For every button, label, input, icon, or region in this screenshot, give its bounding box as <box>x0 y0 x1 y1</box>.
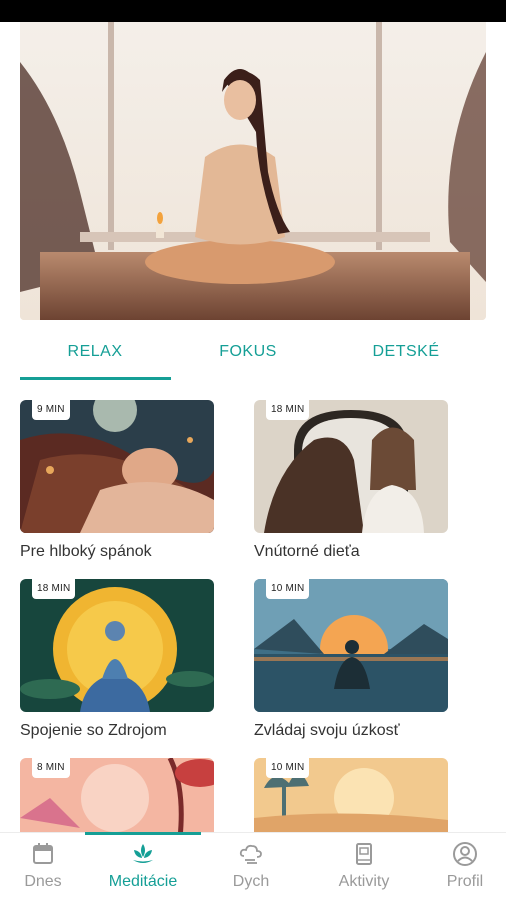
nav-label: Aktivity <box>338 873 390 890</box>
duration-badge: 10 MIN <box>266 758 310 778</box>
tab-detske[interactable]: DETSKÉ <box>336 326 476 378</box>
book-icon <box>356 843 372 865</box>
nav-label: Dych <box>232 873 270 890</box>
nav-item-profil[interactable]: Profil <box>430 833 500 900</box>
wind-cloud-icon <box>239 844 262 864</box>
calendar-icon <box>33 843 53 864</box>
lotus-icon <box>133 844 153 863</box>
duration-badge: 18 MIN <box>266 400 310 420</box>
tab-relax[interactable]: RELAX <box>20 326 170 378</box>
meditation-card[interactable]: 18 MIN Spojenie so Zdrojom <box>20 579 214 740</box>
user-icon <box>453 842 477 866</box>
nav-item-dnes[interactable]: Dnes <box>8 833 78 900</box>
category-tabs: RELAX FOKUS DETSKÉ <box>20 326 486 382</box>
card-title: Spojenie so Zdrojom <box>20 722 167 739</box>
duration-badge: 10 MIN <box>266 579 310 599</box>
nav-item-aktivity[interactable]: Aktivity <box>324 833 404 900</box>
card-thumbnail: 9 MIN <box>20 400 214 533</box>
bottom-navigation: Dnes Meditácie Dych Aktivity Profil <box>0 832 506 900</box>
card-title: Pre hlboký spánok <box>20 543 152 560</box>
tab-fokus[interactable]: FOKUS <box>178 326 318 378</box>
duration-badge: 18 MIN <box>32 579 76 599</box>
meditation-card[interactable]: 18 MIN Vnútorné dieťa <box>254 400 448 561</box>
card-thumbnail: 18 MIN <box>20 579 214 712</box>
hero-illustration <box>20 22 486 320</box>
card-thumbnail: 18 MIN <box>254 400 448 533</box>
duration-badge: 9 MIN <box>32 400 70 420</box>
nav-label: Meditácie <box>108 873 178 890</box>
nav-label: Profil <box>446 873 484 890</box>
nav-label: Dnes <box>24 873 62 890</box>
active-tab-indicator <box>20 377 171 380</box>
duration-badge: 8 MIN <box>32 758 70 778</box>
nav-item-dych[interactable]: Dych <box>216 833 286 900</box>
card-thumbnail: 10 MIN <box>254 579 448 712</box>
meditation-card[interactable]: 10 MIN Zvládaj svoju úzkosť <box>254 579 448 740</box>
meditation-card[interactable]: 9 MIN Pre hlboký spánok <box>20 400 214 561</box>
status-bar <box>0 0 506 22</box>
card-title: Vnútorné dieťa <box>254 543 360 560</box>
card-title: Zvládaj svoju úzkosť <box>254 722 400 739</box>
nav-item-meditacie[interactable]: Meditácie <box>92 833 194 900</box>
